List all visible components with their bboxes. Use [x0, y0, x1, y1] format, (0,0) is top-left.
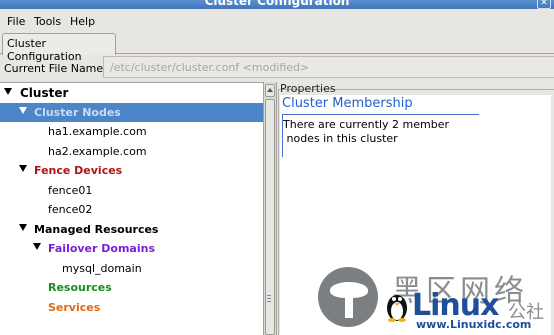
file-name-label: Current File Name:: [4, 62, 107, 75]
tree-item-label: fence01: [48, 184, 93, 197]
expander-icon[interactable]: [19, 165, 27, 172]
tree-item-cluster[interactable]: Cluster: [0, 84, 263, 103]
tree-item-resources[interactable]: Resources: [0, 278, 263, 297]
tree-scrollbar[interactable]: [263, 82, 277, 335]
tree-item-managed-resources[interactable]: Managed Resources: [0, 220, 263, 239]
tree-item-node[interactable]: ha2.example.com: [0, 142, 263, 161]
tree-item-node[interactable]: ha1.example.com: [0, 122, 263, 141]
tree-item-label: Resources: [48, 281, 112, 294]
tree-item-label: Managed Resources: [34, 223, 159, 236]
tree-item-fence[interactable]: fence01: [0, 181, 263, 200]
file-name-field[interactable]: /etc/cluster/cluster.conf <modified>: [103, 56, 554, 78]
cluster-tree: Cluster Cluster Nodes ha1.example.com ha…: [0, 82, 263, 335]
expander-icon[interactable]: [19, 224, 27, 231]
tree-item-label: fence02: [48, 203, 93, 216]
heading-divider: [282, 114, 479, 115]
menu-file[interactable]: File: [7, 15, 25, 28]
tree-item-label: ha2.example.com: [48, 145, 147, 158]
tree-item-label: ha1.example.com: [48, 125, 147, 138]
menu-help[interactable]: Help: [70, 15, 95, 28]
properties-text-line: nodes in this cluster: [283, 132, 398, 145]
menu-bar: File Tools Help: [0, 11, 554, 31]
grip-icon: [267, 295, 271, 302]
tree-item-label: Cluster Nodes: [34, 106, 121, 119]
tree-item-label: Failover Domains: [48, 242, 155, 255]
tree-item-cluster-nodes[interactable]: Cluster Nodes: [0, 103, 263, 122]
properties-text: There are currently 2 member nodes in th…: [283, 118, 473, 146]
properties-text-line: There are currently 2 member: [283, 118, 449, 131]
expander-icon[interactable]: [33, 243, 41, 250]
window-title: Cluster Configuration: [204, 0, 350, 8]
tree-item-fence[interactable]: fence02: [0, 200, 263, 219]
properties-heading: Cluster Membership: [282, 96, 413, 111]
tree-item-failover-domains[interactable]: Failover Domains: [0, 239, 263, 258]
tree-item-label: Services: [48, 301, 101, 314]
tab-strip: Cluster Configuration: [0, 31, 554, 63]
tree-item-label: Fence Devices: [34, 164, 123, 177]
title-bar: Cluster Configuration ✕: [0, 0, 554, 9]
tree-item-fence-devices[interactable]: Fence Devices: [0, 161, 263, 180]
expander-icon[interactable]: [19, 107, 27, 114]
tree-item-label: Cluster: [20, 86, 69, 100]
tree-item-domain[interactable]: mysql_domain: [0, 259, 263, 278]
scroll-up-icon[interactable]: [265, 84, 275, 97]
tree-item-label: mysql_domain: [62, 262, 142, 275]
tab-cluster-configuration[interactable]: Cluster Configuration: [2, 33, 116, 63]
tree-item-services[interactable]: Services: [0, 298, 263, 317]
expander-icon[interactable]: [4, 88, 12, 95]
close-icon[interactable]: ✕: [537, 0, 551, 9]
menu-tools[interactable]: Tools: [34, 15, 61, 28]
properties-label: Properties: [280, 82, 336, 95]
watermark-logo-stem: [345, 296, 353, 318]
penguin-icon: [387, 295, 407, 322]
watermark-url: www.Linuxidc.com: [416, 318, 532, 331]
